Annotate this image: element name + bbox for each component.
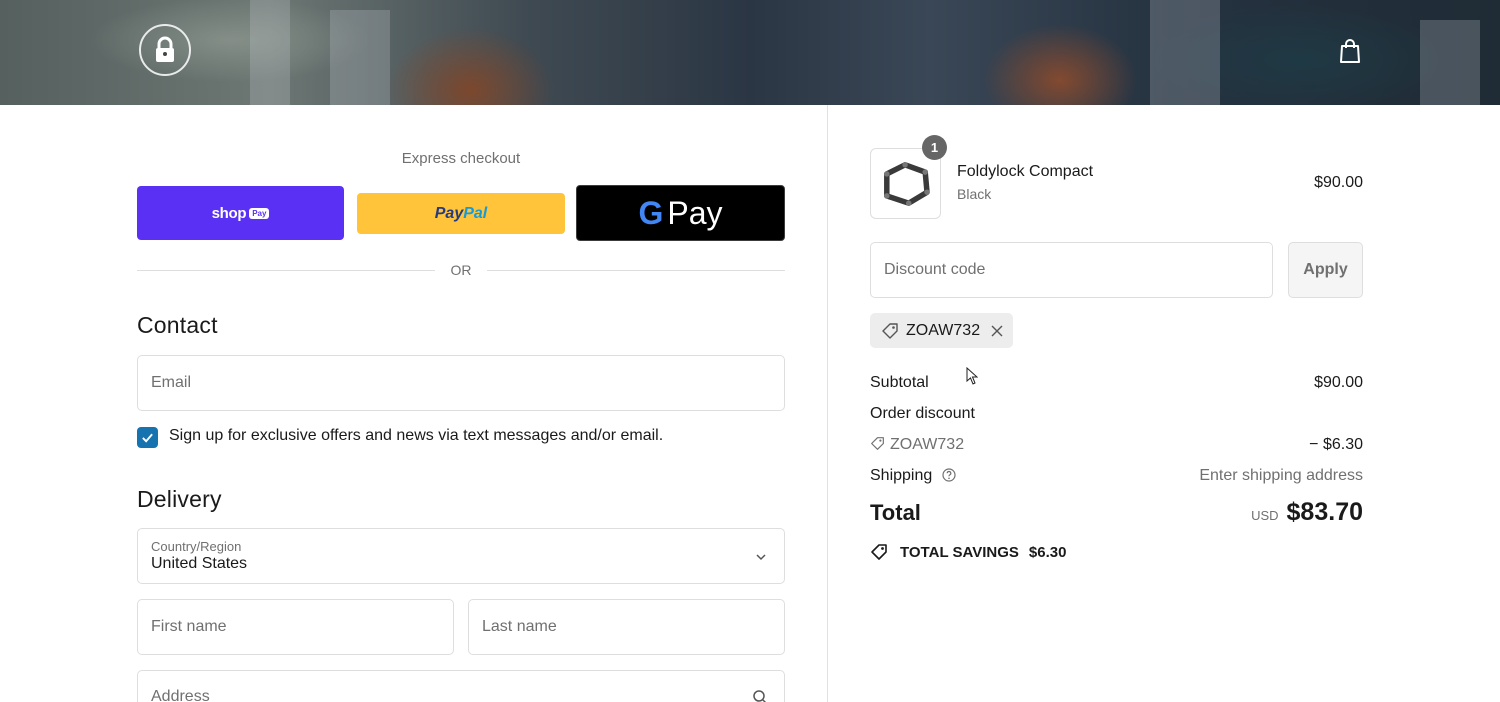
- address-field[interactable]: Address: [137, 670, 785, 702]
- chevron-down-icon: [756, 554, 766, 561]
- first-name-placeholder: First name: [151, 618, 227, 635]
- total-amount: $83.70: [1286, 498, 1363, 526]
- banner-building: [1150, 0, 1220, 105]
- google-pay-button[interactable]: G Pay: [576, 185, 785, 241]
- shop-pay-button[interactable]: shop Pay: [137, 186, 344, 240]
- delivery-heading: Delivery: [137, 486, 222, 512]
- applied-discount-chip: ZOAW732: [870, 313, 1013, 348]
- product-price: $90.00: [1314, 174, 1363, 191]
- total-label: Total: [870, 500, 921, 525]
- total-savings: TOTAL SAVINGS $6.30: [870, 543, 1066, 561]
- or-label: OR: [450, 262, 472, 278]
- paypal-button[interactable]: Pay Pal: [357, 193, 565, 234]
- search-icon: [753, 690, 767, 702]
- shop-pay-wordmark: shop: [211, 204, 247, 222]
- savings-tag-icon: [871, 544, 887, 560]
- banner-building: [250, 0, 290, 105]
- last-name-placeholder: Last name: [482, 618, 557, 635]
- currency-code: USD: [1251, 508, 1279, 523]
- column-divider: [827, 105, 828, 702]
- last-name-field[interactable]: Last name: [468, 599, 785, 655]
- address-placeholder: Address: [151, 688, 210, 702]
- product-name: Foldylock Compact: [957, 163, 1094, 180]
- banner-building: [330, 10, 390, 105]
- signup-checkbox[interactable]: [137, 427, 158, 448]
- shipping-row: Shipping: [870, 467, 956, 485]
- applied-discount-code: ZOAW732: [906, 321, 981, 339]
- shopping-bag-icon[interactable]: [1338, 38, 1362, 64]
- product-variant: Black: [957, 186, 992, 202]
- lock-logo-icon: [156, 36, 174, 62]
- shipping-label: Shipping: [870, 467, 933, 484]
- express-checkout-title: Express checkout: [401, 150, 521, 167]
- paypal-wordmark-pal: Pal: [463, 204, 488, 222]
- help-icon[interactable]: [942, 468, 956, 482]
- discount-code-label: ZOAW732: [890, 436, 965, 453]
- country-value: United States: [151, 555, 248, 572]
- check-icon: [142, 433, 153, 443]
- seatylock-logo[interactable]: [139, 24, 191, 76]
- total-savings-label: TOTAL SAVINGS: [900, 543, 1019, 561]
- quantity-badge: 1: [922, 135, 947, 160]
- apply-discount-button[interactable]: Apply: [1288, 242, 1363, 298]
- google-pay-label: Pay: [667, 194, 723, 231]
- order-discount-label: Order discount: [870, 405, 975, 422]
- or-divider-right: [487, 270, 785, 271]
- folding-lock-image: [883, 161, 930, 206]
- banner-building: [1420, 20, 1480, 105]
- email-placeholder: Email: [151, 374, 192, 391]
- country-select[interactable]: Country/Region United States: [137, 528, 785, 584]
- or-divider-left: [137, 270, 435, 271]
- tag-icon: [882, 322, 898, 339]
- contact-heading: Contact: [137, 312, 218, 338]
- subtotal-value: $90.00: [1314, 374, 1363, 391]
- remove-discount-close-icon[interactable]: [991, 325, 1003, 337]
- discount-value: − $6.30: [1309, 436, 1363, 453]
- email-field[interactable]: Email: [137, 355, 785, 411]
- shipping-value: Enter shipping address: [1199, 467, 1363, 484]
- first-name-field[interactable]: First name: [137, 599, 454, 655]
- discount-code-row: ZOAW732: [870, 436, 964, 454]
- signup-label[interactable]: Sign up for exclusive offers and news vi…: [169, 427, 663, 445]
- shop-pay-chip: Pay: [249, 207, 270, 219]
- discount-code-placeholder: Discount code: [884, 261, 986, 278]
- total-value-row: USD $83.70: [1150, 498, 1363, 527]
- discount-code-field[interactable]: Discount code: [870, 242, 1273, 298]
- tag-icon: [871, 437, 884, 450]
- total-savings-amount: $6.30: [1028, 543, 1067, 561]
- google-g-icon: G: [638, 194, 664, 231]
- paypal-wordmark-pay: Pay: [434, 204, 464, 222]
- header-banner: [0, 0, 1500, 105]
- mouse-cursor-icon: [966, 367, 978, 385]
- country-label: Country/Region: [151, 539, 242, 554]
- subtotal-label: Subtotal: [870, 374, 929, 391]
